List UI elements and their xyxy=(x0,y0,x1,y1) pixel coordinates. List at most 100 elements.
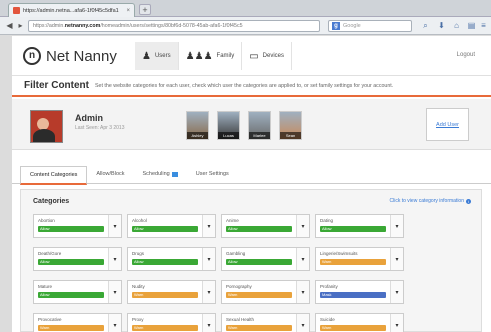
bookmark-icon[interactable]: ▤ xyxy=(466,20,477,31)
forward-icon[interactable]: ▸ xyxy=(15,20,26,31)
category-status: Allow xyxy=(38,226,104,232)
browser-nav-bar: ◀ ▸ https://admin.netnanny.com/homeadmin… xyxy=(0,17,491,35)
category-name: Dating xyxy=(320,218,334,223)
chevron-down-icon[interactable]: ▾ xyxy=(297,314,309,332)
category-info-link[interactable]: Click to view category information i xyxy=(390,198,471,204)
category-card: Pornography Warn ▾ xyxy=(221,280,310,304)
address-bar[interactable]: https://admin.netnanny.com/homeadmin/use… xyxy=(28,20,320,32)
chevron-down-icon[interactable]: ▾ xyxy=(391,215,403,237)
category-card: Alcohol Allow ▾ xyxy=(127,214,216,238)
category-card: Gambling Allow ▾ xyxy=(221,247,310,271)
user-avatar-name: Ashley xyxy=(187,132,208,139)
browser-tab-title: https://admin.netna...afa6-1f0f45c5dfa1 xyxy=(23,7,119,14)
tab-allow-block-label: Allow/Block xyxy=(96,171,125,177)
nav-devices-label: Devices xyxy=(262,53,285,59)
logout-link[interactable]: Logout xyxy=(457,52,475,58)
chevron-down-icon[interactable]: ▾ xyxy=(109,248,121,270)
category-name: Drugs xyxy=(132,251,145,256)
user-avatar-name: Marlee xyxy=(249,132,270,139)
category-card: Anime Allow ▾ xyxy=(221,214,310,238)
category-status: Warn xyxy=(226,292,292,298)
nav-devices[interactable]: ▭ Devices xyxy=(242,42,293,70)
category-status: Allow xyxy=(226,259,292,265)
category-name: Anime xyxy=(226,218,239,223)
browser-tab[interactable]: https://admin.netna...afa6-1f0f45c5dfa1 … xyxy=(8,3,135,17)
category-card: Sexual Health Warn ▾ xyxy=(221,313,310,332)
category-card: Provocative Warn ▾ xyxy=(33,313,122,332)
category-card: Abortion Allow ▾ xyxy=(33,214,122,238)
user-bar: Admin Last Seen: Apr 3 2013 Ashley Lucas M… xyxy=(12,99,491,150)
tab-allow-block[interactable]: Allow/Block xyxy=(87,166,133,183)
category-card: Drugs Allow ▾ xyxy=(127,247,216,271)
home-icon[interactable]: ⌂ xyxy=(451,20,462,31)
tab-user-settings[interactable]: User Settings xyxy=(187,166,238,183)
add-user-button[interactable]: Add User xyxy=(426,108,469,141)
nav-family[interactable]: ♟♟♟ Family xyxy=(179,42,243,70)
user-avatar-name: Lucas xyxy=(218,132,239,139)
url-path: /homeadmin/users/settings/80bf6d-5078-45… xyxy=(100,23,243,29)
info-icon: i xyxy=(466,198,471,204)
url-host: netnanny.com xyxy=(64,23,101,29)
nav-users-label: Users xyxy=(154,53,171,59)
top-nav: ♟ Users ♟♟♟ Family ▭ Devices xyxy=(135,42,293,70)
category-card: Mature Allow ▾ xyxy=(33,280,122,304)
category-name: Gambling xyxy=(226,251,246,256)
category-grid: Abortion Allow ▾ Alcohol Allow ▾ Anime Allow ▾ Da… xyxy=(33,214,473,332)
category-name: Provocative xyxy=(38,317,62,322)
search-placeholder: Google xyxy=(343,23,361,29)
back-icon[interactable]: ◀ xyxy=(4,20,15,31)
category-card: Nudity Warn ▾ xyxy=(127,280,216,304)
site-header: n Net Nanny ♟ Users ♟♟♟ Family ▭ Devices… xyxy=(12,36,491,76)
category-status: Allow xyxy=(132,259,198,265)
url-prefix: https://admin. xyxy=(33,23,65,29)
categories-panel: Categories Click to view category inform… xyxy=(20,189,482,332)
chevron-down-icon[interactable]: ▾ xyxy=(297,281,309,303)
new-tab-button[interactable]: + xyxy=(139,4,151,15)
user-avatar[interactable]: Ashley xyxy=(186,111,209,140)
tab-scheduling[interactable]: Scheduling xyxy=(134,166,187,183)
categories-title: Categories xyxy=(33,198,70,205)
user-avatar[interactable]: Lucas xyxy=(217,111,240,140)
category-status: Mask xyxy=(320,292,386,298)
admin-last-seen: Last Seen: Apr 3 2013 xyxy=(75,125,125,131)
category-name: Sexual Health xyxy=(226,317,255,322)
download-icon[interactable]: ⬇ xyxy=(436,20,447,31)
logo-icon: n xyxy=(23,47,41,65)
user-avatar[interactable]: Marlee xyxy=(248,111,271,140)
category-status: Warn xyxy=(320,259,386,265)
category-card: Proxy Warn ▾ xyxy=(127,313,216,332)
category-status: Allow xyxy=(38,292,104,298)
chevron-down-icon[interactable]: ▾ xyxy=(203,281,215,303)
chevron-down-icon[interactable]: ▾ xyxy=(391,314,403,332)
settings-tabs: Content Categories Allow/Block Schedulin… xyxy=(12,166,491,185)
page: n Net Nanny ♟ Users ♟♟♟ Family ▭ Devices… xyxy=(12,36,491,332)
search-input[interactable]: g Google xyxy=(328,20,412,32)
category-status: Warn xyxy=(320,325,386,331)
category-status: Warn xyxy=(132,325,198,331)
devices-icon: ▭ xyxy=(249,50,259,62)
chevron-down-icon[interactable]: ▾ xyxy=(297,215,309,237)
search-icon[interactable]: ⌕ xyxy=(420,20,431,31)
section-header: Filter Content Set the website categorie… xyxy=(12,76,491,97)
admin-name: Admin xyxy=(75,113,103,123)
windows-icon xyxy=(171,172,178,177)
chevron-down-icon[interactable]: ▾ xyxy=(203,314,215,332)
chevron-down-icon[interactable]: ▾ xyxy=(203,248,215,270)
chevron-down-icon[interactable]: ▾ xyxy=(109,281,121,303)
chevron-down-icon[interactable]: ▾ xyxy=(391,281,403,303)
chevron-down-icon[interactable]: ▾ xyxy=(109,215,121,237)
close-icon[interactable]: × xyxy=(126,8,130,14)
logo[interactable]: n Net Nanny xyxy=(23,47,117,65)
chevron-down-icon[interactable]: ▾ xyxy=(109,314,121,332)
menu-icon[interactable]: ≡ xyxy=(478,20,489,31)
category-name: Suicide xyxy=(320,317,335,322)
user-avatar[interactable]: Sean xyxy=(279,111,302,140)
chevron-down-icon[interactable]: ▾ xyxy=(391,248,403,270)
chevron-down-icon[interactable]: ▾ xyxy=(203,215,215,237)
admin-avatar[interactable] xyxy=(30,110,63,143)
category-name: Mature xyxy=(38,284,53,289)
nav-users[interactable]: ♟ Users xyxy=(135,42,179,70)
tab-content-categories[interactable]: Content Categories xyxy=(20,166,88,185)
chevron-down-icon[interactable]: ▾ xyxy=(297,248,309,270)
logo-text: Net Nanny xyxy=(46,47,117,65)
